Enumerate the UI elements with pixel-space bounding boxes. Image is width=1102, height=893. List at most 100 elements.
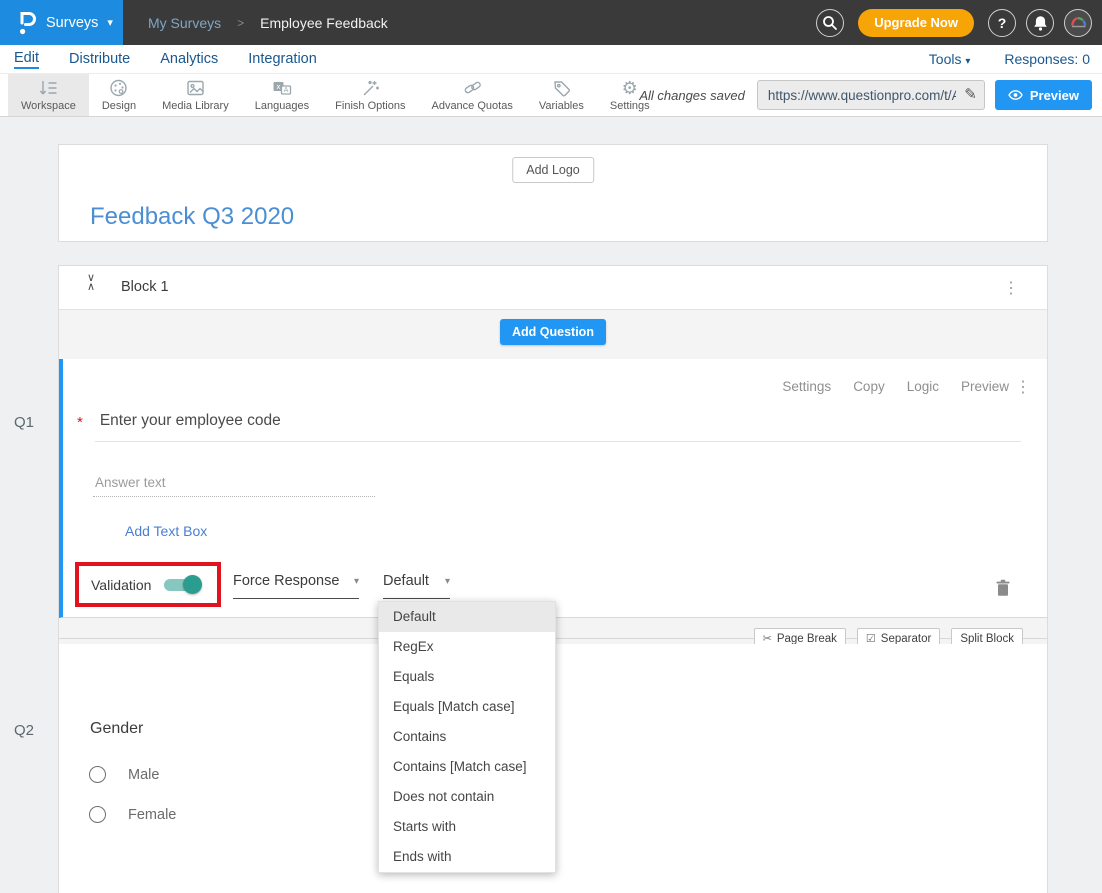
search-button[interactable] <box>816 9 844 37</box>
breadcrumb: My Surveys > Employee Feedback <box>148 0 388 45</box>
block-title[interactable]: Block 1 <box>121 279 169 295</box>
header-actions: Upgrade Now ? <box>816 0 1092 45</box>
image-icon <box>185 78 206 99</box>
svg-text:x: x <box>276 83 280 91</box>
question-mark-icon: ? <box>998 15 1007 31</box>
question-menu-kebab-icon[interactable]: ⋮ <box>1015 377 1031 397</box>
breadcrumb-separator-icon: > <box>237 16 244 30</box>
survey-header-card: Add Logo Feedback Q3 2020 <box>58 144 1048 242</box>
question-1-text[interactable]: Enter your employee code <box>100 412 281 431</box>
chevron-down-icon: ▾ <box>107 16 113 29</box>
tab-edit[interactable]: Edit <box>14 50 39 69</box>
question-preview-link[interactable]: Preview <box>961 379 1009 394</box>
tab-distribute[interactable]: Distribute <box>69 51 130 67</box>
product-menu[interactable]: Surveys ▾ <box>0 0 123 45</box>
validation-toggle[interactable] <box>162 575 202 595</box>
tab-integration[interactable]: Integration <box>248 51 317 67</box>
nav-right-group: Tools ▾ Responses: 0 <box>929 45 1090 73</box>
save-status: All changes saved <box>639 88 745 103</box>
toolbar-item-workspace[interactable]: Workspace <box>8 74 89 116</box>
edit-url-pencil-icon[interactable]: ✎ <box>964 85 977 103</box>
trash-icon <box>995 579 1011 597</box>
add-logo-button[interactable]: Add Logo <box>512 157 594 183</box>
survey-url-input[interactable] <box>757 80 985 110</box>
section-nav: Edit Distribute Analytics Integration To… <box>0 45 1102 73</box>
toggle-knob <box>183 575 202 594</box>
section-tabs: Edit Distribute Analytics Integration <box>14 45 317 73</box>
menu-item-does-not-contain[interactable]: Does not contain <box>379 782 555 812</box>
top-header-bar: Surveys ▾ My Surveys > Employee Feedback… <box>0 0 1102 45</box>
upgrade-now-button[interactable]: Upgrade Now <box>858 9 974 37</box>
question-2-text[interactable]: Gender <box>90 720 143 738</box>
radio-option-female[interactable]: Female <box>89 806 176 823</box>
radio-button-icon[interactable] <box>89 806 106 823</box>
toolbar-item-finish-options[interactable]: Finish Options <box>322 74 418 116</box>
workspace-icon <box>38 78 59 99</box>
question-2-number: Q2 <box>14 722 34 739</box>
survey-title[interactable]: Feedback Q3 2020 <box>90 203 294 231</box>
search-icon <box>822 15 838 31</box>
chevron-down-icon: ▾ <box>354 576 359 587</box>
validation-label: Validation <box>91 577 151 593</box>
bell-icon <box>1033 15 1048 31</box>
help-button[interactable]: ? <box>988 9 1016 37</box>
tab-analytics[interactable]: Analytics <box>160 51 218 67</box>
tools-menu[interactable]: Tools ▾ <box>929 51 971 67</box>
radio-option-male[interactable]: Male <box>89 766 159 783</box>
question-text-underline <box>95 441 1021 442</box>
question-1-actions: Settings Copy Logic Preview ⋮ <box>782 379 1009 394</box>
menu-item-equals-match-case[interactable]: Equals [Match case] <box>379 692 555 722</box>
menu-item-starts-with[interactable]: Starts with <box>379 812 555 842</box>
menu-item-contains-match-case[interactable]: Contains [Match case] <box>379 752 555 782</box>
question-1-number: Q1 <box>14 414 34 431</box>
palette-icon <box>108 78 129 99</box>
toolbar-item-media-library[interactable]: Media Library <box>149 74 242 116</box>
account-gauge-icon <box>1066 10 1091 35</box>
validation-type-dropdown[interactable]: Default ▾ <box>383 573 450 599</box>
delete-question-button[interactable] <box>995 579 1011 597</box>
menu-item-contains[interactable]: Contains <box>379 722 555 752</box>
collapse-block-icon[interactable]: ∨ ∧ <box>84 274 98 292</box>
block-header: ∨ ∧ Block 1 ⋮ <box>59 266 1047 310</box>
account-avatar[interactable] <box>1064 9 1092 37</box>
preview-button[interactable]: Preview <box>995 80 1092 110</box>
svg-text:A: A <box>284 86 289 94</box>
question-copy-link[interactable]: Copy <box>853 379 885 394</box>
radio-button-icon[interactable] <box>89 766 106 783</box>
translate-icon: xA <box>271 78 293 99</box>
gear-icon: ⚙ <box>622 78 638 99</box>
menu-item-ends-with[interactable]: Ends with <box>379 842 555 872</box>
toolbar-item-variables[interactable]: Variables <box>526 74 597 116</box>
questionpro-logo-icon <box>17 10 37 36</box>
wand-icon <box>360 78 381 99</box>
chevron-down-icon: ▾ <box>445 576 450 587</box>
answer-input-line[interactable] <box>93 496 375 497</box>
notifications-button[interactable] <box>1026 9 1054 37</box>
question-settings-link[interactable]: Settings <box>782 379 831 394</box>
add-question-row: Add Question <box>59 311 1047 352</box>
force-response-dropdown[interactable]: Force Response ▾ <box>233 573 359 599</box>
toolbar-item-design[interactable]: Design <box>89 74 149 116</box>
menu-item-regex[interactable]: RegEx <box>379 632 555 662</box>
toolbar-item-advance-quotas[interactable]: Advance Quotas <box>418 74 525 116</box>
responses-count[interactable]: Responses: 0 <box>1004 51 1090 67</box>
question-logic-link[interactable]: Logic <box>907 379 939 394</box>
eye-icon <box>1008 90 1023 100</box>
validation-type-menu: Default RegEx Equals Equals [Match case]… <box>378 601 556 873</box>
menu-item-equals[interactable]: Equals <box>379 662 555 692</box>
toolbar-right-group: All changes saved ✎ Preview <box>639 74 1092 116</box>
breadcrumb-my-surveys[interactable]: My Surveys <box>148 15 221 31</box>
add-text-box-link[interactable]: Add Text Box <box>125 523 207 539</box>
add-question-button[interactable]: Add Question <box>500 319 606 345</box>
question-1-card: Settings Copy Logic Preview ⋮ * Enter yo… <box>59 359 1047 618</box>
toolbar-items: Workspace Design Media Library xA Langua… <box>8 74 663 116</box>
validation-highlight-box: Validation <box>75 562 221 607</box>
required-asterisk-icon: * <box>77 412 83 431</box>
question-1-text-row: * Enter your employee code <box>77 412 281 431</box>
editor-toolbar: Workspace Design Media Library xA Langua… <box>0 73 1102 117</box>
product-menu-label: Surveys <box>46 15 98 31</box>
answer-text-placeholder[interactable]: Answer text <box>95 475 166 490</box>
block-menu-kebab-icon[interactable]: ⋮ <box>1003 278 1019 298</box>
menu-item-default[interactable]: Default <box>379 602 555 632</box>
toolbar-item-languages[interactable]: xA Languages <box>242 74 322 116</box>
